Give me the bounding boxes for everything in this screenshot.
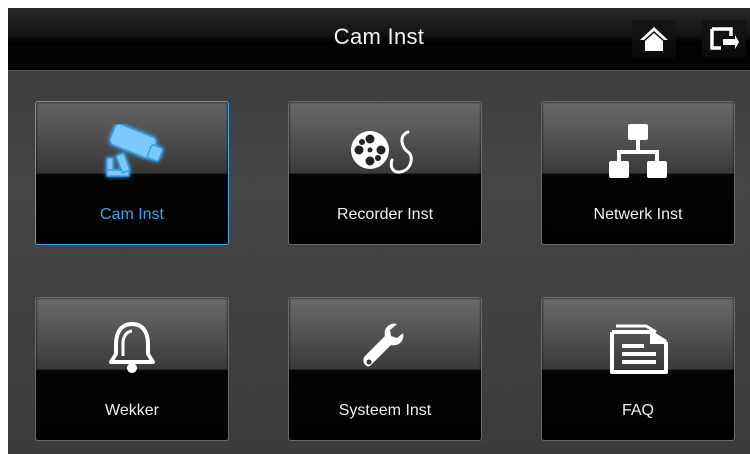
back-exit-icon: [710, 27, 739, 50]
bell-alarm-icon: [36, 318, 228, 378]
document-icon: [542, 318, 734, 378]
tile-label: FAQ: [621, 402, 654, 419]
tile-recorder-inst[interactable]: Recorder Inst: [288, 101, 482, 245]
home-button[interactable]: [632, 20, 676, 58]
home-icon: [640, 27, 668, 51]
tile-faq[interactable]: FAQ: [541, 297, 735, 441]
camera-icon: [36, 122, 228, 182]
tile-label: Systeem Inst: [338, 402, 432, 419]
tile-label: Netwerk Inst: [593, 206, 683, 223]
tile-label: Cam Inst: [99, 206, 164, 223]
wrench-icon: [289, 318, 481, 378]
tile-netwerk-inst[interactable]: Netwerk Inst: [541, 101, 735, 245]
tile-label: Recorder Inst: [336, 206, 434, 223]
film-reel-icon: [289, 122, 481, 182]
header-bar: Cam Inst: [8, 8, 750, 71]
screen: Cam Inst Cam Inst Recorder Inst Netwerk …: [8, 8, 750, 454]
tile-wekker[interactable]: Wekker: [35, 297, 229, 441]
back-button[interactable]: [702, 20, 746, 58]
tile-cam-inst[interactable]: Cam Inst: [35, 101, 229, 245]
tile-systeem-inst[interactable]: Systeem Inst: [288, 297, 482, 441]
tile-label: Wekker: [105, 402, 159, 419]
network-icon: [542, 122, 734, 182]
